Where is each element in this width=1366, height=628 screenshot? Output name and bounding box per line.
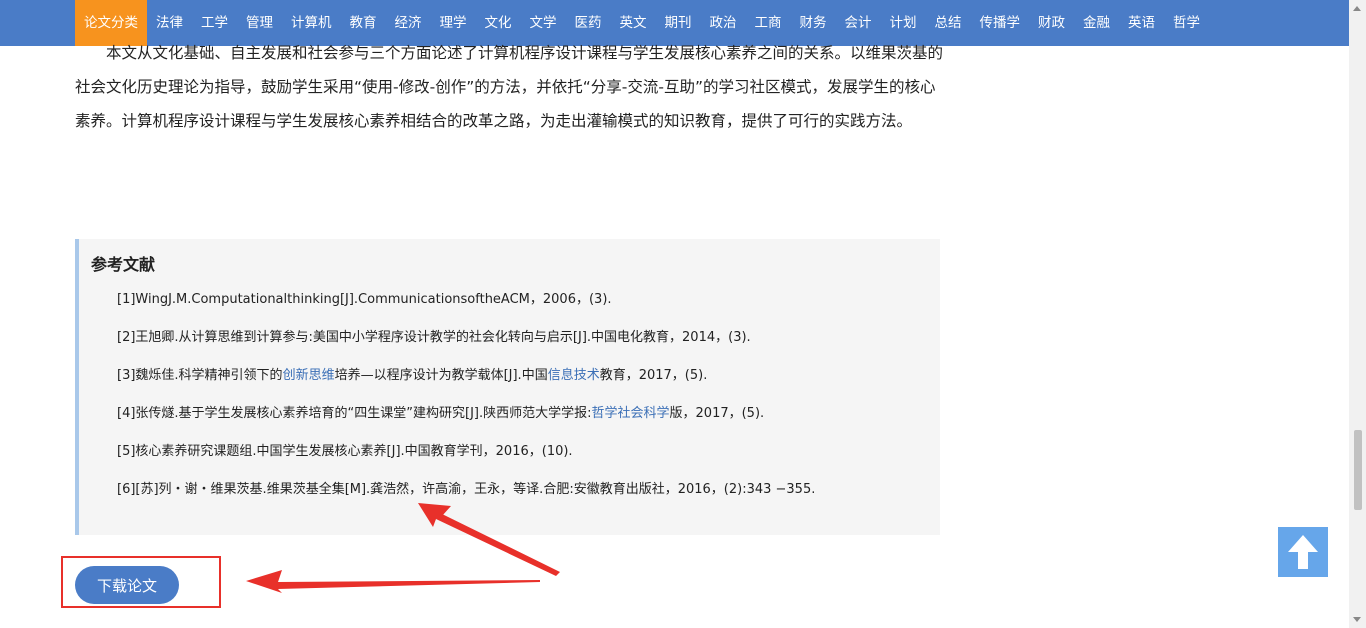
references-list: [1]WingJ.M.Computationalthinking[J].Comm… <box>117 289 927 517</box>
annotation-arrow-to-button <box>246 570 540 593</box>
arrow-up-icon <box>1288 535 1318 569</box>
keyword-link-philosophy-social-science[interactable]: 哲学社会科学 <box>592 406 670 421</box>
reference-text: [5]核心素养研究课题组.中国学生发展核心素养[J].中国教育学刊，2016，(… <box>117 444 573 459</box>
keyword-link-information-technology[interactable]: 信息技术 <box>548 368 600 383</box>
nav-item-public-finance[interactable]: 财政 <box>1029 0 1074 46</box>
nav-item-philosophy[interactable]: 哲学 <box>1164 0 1209 46</box>
back-to-top-button[interactable] <box>1278 527 1328 577</box>
scroll-thumb[interactable] <box>1354 430 1362 510</box>
nav-item-english[interactable]: 英语 <box>1119 0 1164 46</box>
article-paragraph: 本文从文化基础、自主发展和社会参与三个方面论述了计算机程序设计课程与学生发展核心… <box>75 44 944 130</box>
reference-text: [1]WingJ.M.Computationalthinking[J].Comm… <box>117 292 612 307</box>
references-title: 参考文献 <box>91 255 156 274</box>
nav-item-banking[interactable]: 金融 <box>1074 0 1119 46</box>
reference-text: 教育，2017，(5). <box>599 368 708 383</box>
reference-text: [3]魏烁佳.科学精神引领下的 <box>117 368 283 383</box>
reference-text: [4]张传燧.基于学生发展核心素养培育的“四生课堂”建构研究[J].陕西师范大学… <box>117 406 592 421</box>
reference-item: [1]WingJ.M.Computationalthinking[J].Comm… <box>117 289 927 327</box>
reference-item: [3]魏烁佳.科学精神引领下的创新思维培养—以程序设计为教学载体[J].中国信息… <box>117 365 927 403</box>
reference-item: [6][苏]列・谢・维果茨基.维果茨基全集[M].龚浩然，许高渝，王永，等译.合… <box>117 479 927 517</box>
nav-item-communication[interactable]: 传播学 <box>971 0 1030 46</box>
reference-item: [2]王旭卿.从计算思维到计算参与:美国中小学程序设计教学的社会化转向与启示[J… <box>117 327 927 365</box>
page-scrollbar[interactable] <box>1349 0 1366 628</box>
scroll-down-arrow-icon[interactable] <box>1353 617 1361 622</box>
reference-text: [2]王旭卿.从计算思维到计算参与:美国中小学程序设计教学的社会化转向与启示[J… <box>117 330 751 345</box>
reference-item: [5]核心素养研究课题组.中国学生发展核心素养[J].中国教育学刊，2016，(… <box>117 441 927 479</box>
reference-item: [4]张传燧.基于学生发展核心素养培育的“四生课堂”建构研究[J].陕西师范大学… <box>117 403 927 441</box>
reference-text: 版，2017，(5). <box>669 406 765 421</box>
references-box: 参考文献 [1]WingJ.M.Computationalthinking[J]… <box>75 239 940 535</box>
download-paper-button[interactable]: 下载论文 <box>75 566 179 604</box>
keyword-link-innovative-thinking[interactable]: 创新思维 <box>283 368 335 383</box>
reference-text: [6][苏]列・谢・维果茨基.维果茨基全集[M].龚浩然，许高渝，王永，等译.合… <box>117 482 816 497</box>
reference-text: 培养—以程序设计为教学载体[J].中国 <box>334 368 548 383</box>
scroll-up-arrow-icon[interactable] <box>1353 6 1361 11</box>
